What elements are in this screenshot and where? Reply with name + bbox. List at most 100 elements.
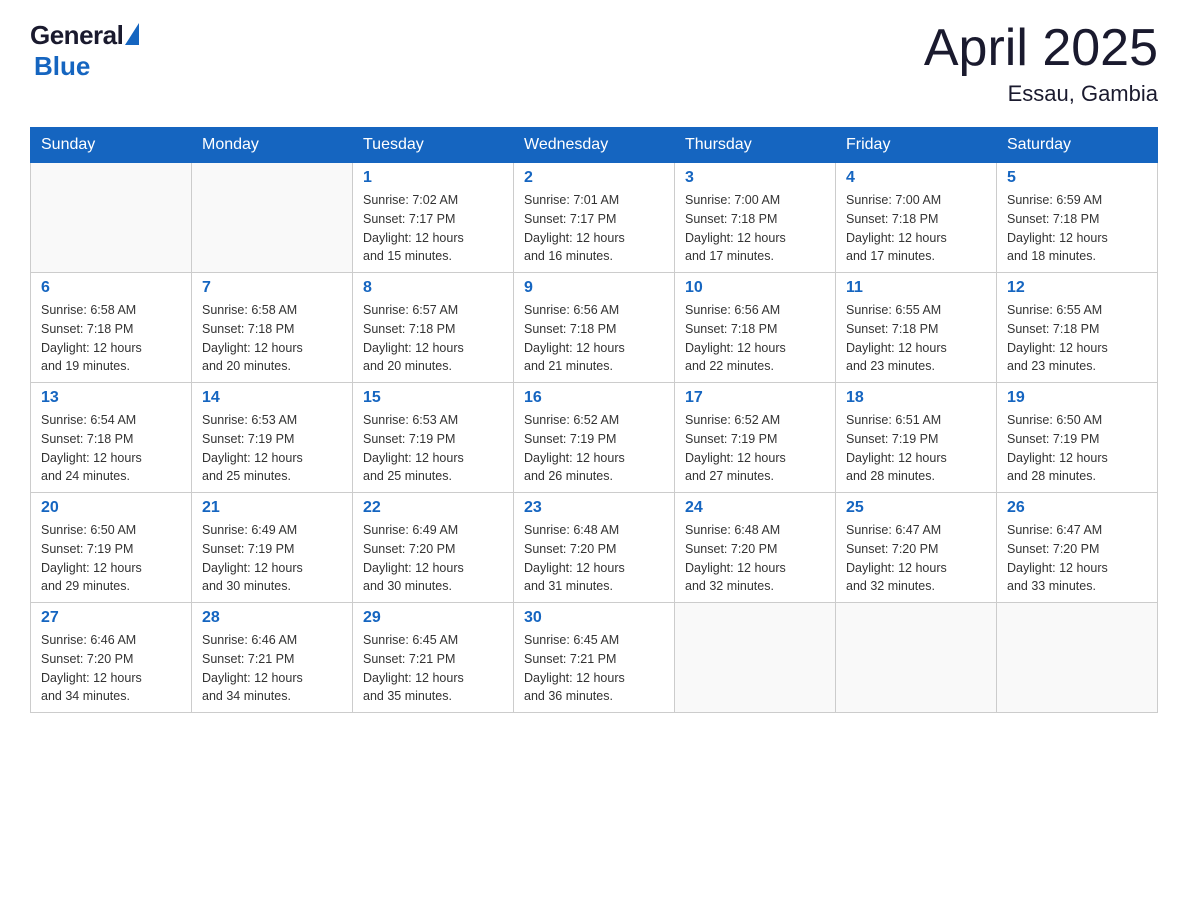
calendar-cell: 29 Sunrise: 6:45 AM Sunset: 7:21 PM Dayli…: [353, 603, 514, 713]
day-info: Sunrise: 6:55 AM Sunset: 7:18 PM Dayligh…: [846, 301, 986, 376]
day-info: Sunrise: 6:46 AM Sunset: 7:20 PM Dayligh…: [41, 631, 181, 706]
day-number: 26: [1007, 499, 1147, 517]
day-number: 12: [1007, 279, 1147, 297]
calendar-cell: [836, 603, 997, 713]
day-number: 1: [363, 169, 503, 187]
day-number: 6: [41, 279, 181, 297]
day-info: Sunrise: 6:56 AM Sunset: 7:18 PM Dayligh…: [524, 301, 664, 376]
day-number: 16: [524, 389, 664, 407]
calendar-cell: 18Sunrise: 6:51 AM Sunset: 7:19 PM Dayli…: [836, 383, 997, 493]
logo-triangle-icon: [125, 23, 139, 45]
day-info: Sunrise: 6:52 AM Sunset: 7:19 PM Dayligh…: [524, 411, 664, 486]
weekday-header-tuesday: Tuesday: [353, 128, 514, 163]
day-info: Sunrise: 6:47 AM Sunset: 7:20 PM Dayligh…: [846, 521, 986, 596]
location: Essau, Gambia: [924, 81, 1158, 107]
calendar-cell: [675, 603, 836, 713]
day-number: 9: [524, 279, 664, 297]
day-info: Sunrise: 6:49 AM Sunset: 7:20 PM Dayligh…: [363, 521, 503, 596]
day-number: 14: [202, 389, 342, 407]
calendar-cell: 13 Sunrise: 6:54 AM Sunset: 7:18 PM Dayli…: [31, 383, 192, 493]
day-info: Sunrise: 6:49 AM Sunset: 7:19 PM Dayligh…: [202, 521, 342, 596]
day-number: 27: [41, 609, 181, 627]
day-info: Sunrise: 6:48 AM Sunset: 7:20 PM Dayligh…: [524, 521, 664, 596]
calendar-cell: 6 Sunrise: 6:58 AM Sunset: 7:18 PM Daylig…: [31, 273, 192, 383]
day-number: 18: [846, 389, 986, 407]
day-number: 19: [1007, 389, 1147, 407]
calendar-cell: 9 Sunrise: 6:56 AM Sunset: 7:18 PM Daylig…: [514, 273, 675, 383]
day-info: Sunrise: 6:56 AM Sunset: 7:18 PM Dayligh…: [685, 301, 825, 376]
calendar-week-5: 27 Sunrise: 6:46 AM Sunset: 7:20 PM Dayli…: [31, 603, 1158, 713]
calendar-cell: 15Sunrise: 6:53 AM Sunset: 7:19 PM Dayli…: [353, 383, 514, 493]
day-number: 11: [846, 279, 986, 297]
calendar-week-1: 1 Sunrise: 7:02 AM Sunset: 7:17 PM Daylig…: [31, 163, 1158, 273]
calendar-cell: 16 Sunrise: 6:52 AM Sunset: 7:19 PM Dayli…: [514, 383, 675, 493]
day-info: Sunrise: 6:52 AM Sunset: 7:19 PM Dayligh…: [685, 411, 825, 486]
day-number: 20: [41, 499, 181, 517]
day-info: Sunrise: 6:53 AM Sunset: 7:19 PM Dayligh…: [202, 411, 342, 486]
day-number: 25: [846, 499, 986, 517]
weekday-header-thursday: Thursday: [675, 128, 836, 163]
month-title: April 2025: [924, 20, 1158, 77]
day-number: 7: [202, 279, 342, 297]
calendar-cell: 8Sunrise: 6:57 AM Sunset: 7:18 PM Daylig…: [353, 273, 514, 383]
weekday-header-row: SundayMondayTuesdayWednesdayThursdayFrid…: [31, 128, 1158, 163]
day-info: Sunrise: 6:59 AM Sunset: 7:18 PM Dayligh…: [1007, 191, 1147, 266]
calendar-cell: 7 Sunrise: 6:58 AM Sunset: 7:18 PM Daylig…: [192, 273, 353, 383]
day-number: 2: [524, 169, 664, 187]
calendar-cell: 27 Sunrise: 6:46 AM Sunset: 7:20 PM Dayli…: [31, 603, 192, 713]
calendar-cell: 25 Sunrise: 6:47 AM Sunset: 7:20 PM Dayli…: [836, 493, 997, 603]
calendar-cell: 22Sunrise: 6:49 AM Sunset: 7:20 PM Dayli…: [353, 493, 514, 603]
day-info: Sunrise: 6:45 AM Sunset: 7:21 PM Dayligh…: [363, 631, 503, 706]
day-info: Sunrise: 7:01 AM Sunset: 7:17 PM Dayligh…: [524, 191, 664, 266]
calendar-cell: 30 Sunrise: 6:45 AM Sunset: 7:21 PM Dayli…: [514, 603, 675, 713]
day-number: 3: [685, 169, 825, 187]
day-info: Sunrise: 7:00 AM Sunset: 7:18 PM Dayligh…: [685, 191, 825, 266]
day-number: 8: [363, 279, 503, 297]
calendar-cell: [192, 163, 353, 273]
title-area: April 2025 Essau, Gambia: [924, 20, 1158, 107]
calendar-cell: 28 Sunrise: 6:46 AM Sunset: 7:21 PM Dayli…: [192, 603, 353, 713]
calendar-cell: 24 Sunrise: 6:48 AM Sunset: 7:20 PM Dayli…: [675, 493, 836, 603]
calendar-cell: [31, 163, 192, 273]
calendar-cell: 10Sunrise: 6:56 AM Sunset: 7:18 PM Dayli…: [675, 273, 836, 383]
calendar-cell: 1 Sunrise: 7:02 AM Sunset: 7:17 PM Daylig…: [353, 163, 514, 273]
logo: General Blue: [30, 20, 139, 82]
day-info: Sunrise: 6:58 AM Sunset: 7:18 PM Dayligh…: [41, 301, 181, 376]
day-number: 24: [685, 499, 825, 517]
day-info: Sunrise: 7:02 AM Sunset: 7:17 PM Dayligh…: [363, 191, 503, 266]
weekday-header-friday: Friday: [836, 128, 997, 163]
calendar-cell: 11 Sunrise: 6:55 AM Sunset: 7:18 PM Dayli…: [836, 273, 997, 383]
calendar-cell: 23 Sunrise: 6:48 AM Sunset: 7:20 PM Dayli…: [514, 493, 675, 603]
day-number: 13: [41, 389, 181, 407]
weekday-header-sunday: Sunday: [31, 128, 192, 163]
day-info: Sunrise: 6:48 AM Sunset: 7:20 PM Dayligh…: [685, 521, 825, 596]
day-number: 5: [1007, 169, 1147, 187]
day-info: Sunrise: 6:45 AM Sunset: 7:21 PM Dayligh…: [524, 631, 664, 706]
calendar-cell: 20Sunrise: 6:50 AM Sunset: 7:19 PM Dayli…: [31, 493, 192, 603]
weekday-header-monday: Monday: [192, 128, 353, 163]
calendar-table: SundayMondayTuesdayWednesdayThursdayFrid…: [30, 127, 1158, 713]
day-info: Sunrise: 6:58 AM Sunset: 7:18 PM Dayligh…: [202, 301, 342, 376]
day-info: Sunrise: 6:46 AM Sunset: 7:21 PM Dayligh…: [202, 631, 342, 706]
calendar-cell: 12 Sunrise: 6:55 AM Sunset: 7:18 PM Dayli…: [997, 273, 1158, 383]
calendar-week-3: 13 Sunrise: 6:54 AM Sunset: 7:18 PM Dayli…: [31, 383, 1158, 493]
calendar-cell: 3 Sunrise: 7:00 AM Sunset: 7:18 PM Daylig…: [675, 163, 836, 273]
logo-blue-text: Blue: [34, 51, 90, 82]
day-info: Sunrise: 7:00 AM Sunset: 7:18 PM Dayligh…: [846, 191, 986, 266]
day-number: 23: [524, 499, 664, 517]
day-number: 17: [685, 389, 825, 407]
day-number: 28: [202, 609, 342, 627]
day-number: 21: [202, 499, 342, 517]
calendar-cell: 4Sunrise: 7:00 AM Sunset: 7:18 PM Daylig…: [836, 163, 997, 273]
day-info: Sunrise: 6:54 AM Sunset: 7:18 PM Dayligh…: [41, 411, 181, 486]
calendar-cell: 21 Sunrise: 6:49 AM Sunset: 7:19 PM Dayli…: [192, 493, 353, 603]
calendar-cell: 17 Sunrise: 6:52 AM Sunset: 7:19 PM Dayli…: [675, 383, 836, 493]
day-number: 29: [363, 609, 503, 627]
weekday-header-saturday: Saturday: [997, 128, 1158, 163]
calendar-cell: 5 Sunrise: 6:59 AM Sunset: 7:18 PM Daylig…: [997, 163, 1158, 273]
day-info: Sunrise: 6:55 AM Sunset: 7:18 PM Dayligh…: [1007, 301, 1147, 376]
day-number: 30: [524, 609, 664, 627]
calendar-cell: [997, 603, 1158, 713]
page-header: General Blue April 2025 Essau, Gambia: [30, 20, 1158, 107]
calendar-week-4: 20Sunrise: 6:50 AM Sunset: 7:19 PM Dayli…: [31, 493, 1158, 603]
